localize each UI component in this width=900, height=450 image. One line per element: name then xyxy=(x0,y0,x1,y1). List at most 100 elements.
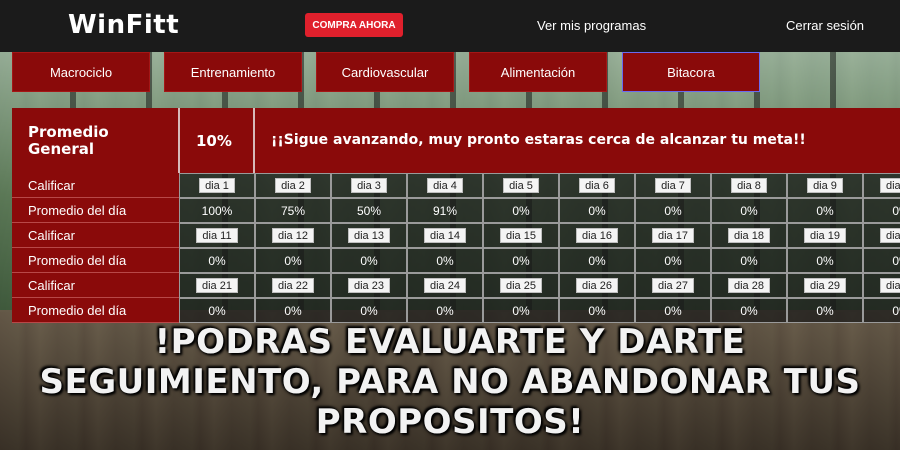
day-cell: dia 2 xyxy=(255,173,331,198)
summary-divider xyxy=(253,108,255,173)
motivation-message: ¡¡Sigue avanzando, muy pronto estaras ce… xyxy=(271,132,806,148)
rate-label: Calificar xyxy=(12,223,179,248)
day-cell: dia 10 xyxy=(863,173,900,198)
top-header: WinFitt COMPRA AHORA Ver mis programas C… xyxy=(0,0,900,52)
tab-cardiovascular[interactable]: Cardiovascular xyxy=(316,52,454,92)
summary-row: Promedio General 10% ¡¡Sigue avanzando, … xyxy=(12,108,900,173)
day-cell: dia 11 xyxy=(179,223,255,248)
rate-day-button[interactable]: dia 28 xyxy=(728,278,770,293)
rate-day-button[interactable]: dia 26 xyxy=(576,278,618,293)
rate-day-button[interactable]: dia 18 xyxy=(728,228,770,243)
daily-average-value: 0% xyxy=(179,298,255,323)
day-cell: dia 22 xyxy=(255,273,331,298)
rate-day-button[interactable]: dia 10 xyxy=(880,178,900,193)
rate-day-button[interactable]: dia 3 xyxy=(351,178,387,193)
rate-day-button[interactable]: dia 19 xyxy=(804,228,846,243)
daily-average-value: 0% xyxy=(407,298,483,323)
general-average-label: Promedio General xyxy=(28,123,109,158)
daily-average-value: 0% xyxy=(483,198,559,223)
rate-day-button[interactable]: dia 6 xyxy=(579,178,615,193)
rate-day-button[interactable]: dia 17 xyxy=(652,228,694,243)
rate-day-button[interactable]: dia 9 xyxy=(807,178,843,193)
rate-day-button[interactable]: dia 24 xyxy=(424,278,466,293)
buy-now-button[interactable]: COMPRA AHORA xyxy=(305,13,403,37)
rate-day-button[interactable]: dia 22 xyxy=(272,278,314,293)
logout-link[interactable]: Cerrar sesión xyxy=(786,18,864,33)
slogan-line-2: SEGUIMIENTO, PARA NO ABANDONAR TUS xyxy=(39,362,861,402)
daily-average-value: 0% xyxy=(331,298,407,323)
day-cell: dia 9 xyxy=(787,173,863,198)
rate-day-button[interactable]: dia 27 xyxy=(652,278,694,293)
rate-day-button[interactable]: dia 8 xyxy=(731,178,767,193)
rate-row: Calificar dia 11 dia 12 dia 13 dia 14 dia 15 d… xyxy=(12,223,900,248)
rate-day-button[interactable]: dia 30 xyxy=(880,278,900,293)
rate-day-button[interactable]: dia 1 xyxy=(199,178,235,193)
rate-day-button[interactable]: dia 5 xyxy=(503,178,539,193)
day-cell: dia 24 xyxy=(407,273,483,298)
daily-average-value: 0% xyxy=(255,298,331,323)
daily-average-value: 0% xyxy=(711,248,787,273)
rate-label: Calificar xyxy=(12,173,179,198)
daily-average-value: 0% xyxy=(787,198,863,223)
daily-average-row: Promedio del día0%0%0%0%0%0%0%0%0%0% xyxy=(12,248,900,273)
day-cell: dia 25 xyxy=(483,273,559,298)
day-cell: dia 5 xyxy=(483,173,559,198)
rate-day-button[interactable]: dia 7 xyxy=(655,178,691,193)
promo-slogan: !PODRAS EVALUARTE Y DARTE SEGUIMIENTO, P… xyxy=(0,322,900,442)
daily-average-value: 0% xyxy=(787,298,863,323)
slogan-line-1: !PODRAS EVALUARTE Y DARTE xyxy=(154,322,746,362)
day-cell: dia 13 xyxy=(331,223,407,248)
rate-day-button[interactable]: dia 11 xyxy=(196,228,238,243)
rate-day-button[interactable]: dia 16 xyxy=(576,228,618,243)
rate-day-button[interactable]: dia 29 xyxy=(804,278,846,293)
rate-day-button[interactable]: dia 13 xyxy=(348,228,390,243)
daily-average-value: 0% xyxy=(559,298,635,323)
day-cell: dia 29 xyxy=(787,273,863,298)
daily-average-value: 0% xyxy=(559,248,635,273)
my-programs-link[interactable]: Ver mis programas xyxy=(537,18,646,33)
daily-average-value: 0% xyxy=(483,298,559,323)
rate-day-button[interactable]: dia 2 xyxy=(275,178,311,193)
tab-alimentacion[interactable]: Alimentación xyxy=(469,52,607,92)
daily-average-value: 0% xyxy=(863,298,900,323)
daily-average-value: 0% xyxy=(787,248,863,273)
day-cell: dia 19 xyxy=(787,223,863,248)
daily-average-row: Promedio del día 100% 75% 50% 91% 0% 0% 0% 0% 0% 0… xyxy=(12,198,900,223)
rate-day-button[interactable]: dia 20 xyxy=(880,228,900,243)
daily-average-row: Promedio del día0%0%0%0%0%0%0%0%0%0% xyxy=(12,298,900,323)
section-tabs: Macrociclo Entrenamiento Cardiovascular … xyxy=(0,52,900,94)
summary-divider xyxy=(178,108,180,173)
slogan-line-3: PROPOSITOS! xyxy=(315,402,585,442)
daily-average-label: Promedio del día xyxy=(12,248,179,273)
daily-average-value: 0% xyxy=(635,248,711,273)
day-cell: dia 14 xyxy=(407,223,483,248)
rate-day-button[interactable]: dia 12 xyxy=(272,228,314,243)
day-cell: dia 28 xyxy=(711,273,787,298)
daily-average-value: 0% xyxy=(863,248,900,273)
daily-average-label: Promedio del día xyxy=(12,198,179,223)
day-cell: dia 8 xyxy=(711,173,787,198)
daily-average-value: 0% xyxy=(331,248,407,273)
rate-day-button[interactable]: dia 23 xyxy=(348,278,390,293)
tab-entrenamiento[interactable]: Entrenamiento xyxy=(164,52,302,92)
daily-average-value: 100% xyxy=(179,198,255,223)
tab-macrociclo[interactable]: Macrociclo xyxy=(12,52,150,92)
rate-day-button[interactable]: dia 25 xyxy=(500,278,542,293)
daily-average-value: 75% xyxy=(255,198,331,223)
day-cell: dia 3 xyxy=(331,173,407,198)
rate-day-button[interactable]: dia 14 xyxy=(424,228,466,243)
daily-average-label: Promedio del día xyxy=(12,298,179,323)
brand-logo[interactable]: WinFitt xyxy=(68,10,179,40)
day-cell: dia 27 xyxy=(635,273,711,298)
daily-average-value: 0% xyxy=(635,198,711,223)
tab-bitacora[interactable]: Bitacora xyxy=(622,52,760,92)
rate-day-button[interactable]: dia 21 xyxy=(196,278,238,293)
daily-average-value: 0% xyxy=(635,298,711,323)
rate-day-button[interactable]: dia 15 xyxy=(500,228,542,243)
day-cell: dia 7 xyxy=(635,173,711,198)
rate-label: Calificar xyxy=(12,273,179,298)
rate-day-button[interactable]: dia 4 xyxy=(427,178,463,193)
day-cell: dia 18 xyxy=(711,223,787,248)
daily-average-value: 0% xyxy=(863,198,900,223)
day-cell: dia 16 xyxy=(559,223,635,248)
